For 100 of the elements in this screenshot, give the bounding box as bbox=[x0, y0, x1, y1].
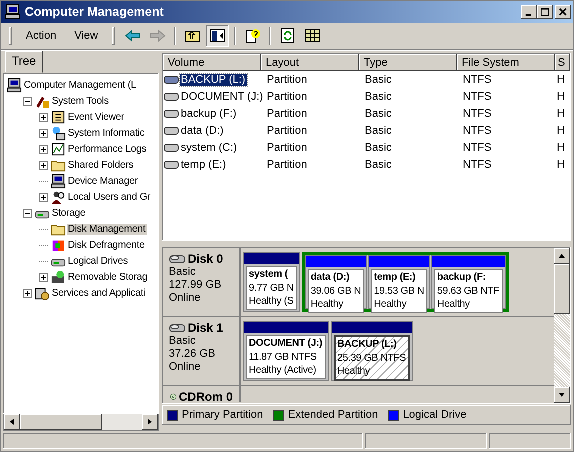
tree-item[interactable]: Local Users and Gr bbox=[67, 192, 152, 202]
partition-size: 39.06 GB N bbox=[310, 285, 362, 298]
tree-item[interactable]: Performance Logs bbox=[67, 144, 148, 154]
legend-label: Logical Drive bbox=[403, 409, 467, 421]
drive-icon bbox=[164, 126, 180, 136]
table-cell: H bbox=[557, 90, 565, 102]
partition-name: data (D:) bbox=[310, 271, 351, 285]
disk-name: CDRom 0 bbox=[178, 390, 233, 403]
collapse-icon[interactable] bbox=[23, 96, 32, 106]
table-cell: Partition bbox=[267, 108, 308, 120]
vertical-scrollbar[interactable] bbox=[554, 248, 570, 403]
users-icon bbox=[51, 190, 66, 204]
tree-item[interactable]: Event Viewer bbox=[67, 112, 126, 122]
table-cell: NTFS bbox=[463, 90, 492, 102]
disk-size: 37.26 GB bbox=[169, 348, 216, 361]
up-arrow-icon[interactable] bbox=[558, 252, 566, 260]
table-cell: Partition bbox=[267, 142, 308, 154]
horizontal-scrollbar[interactable] bbox=[3, 414, 159, 431]
legend-label: Primary Partition bbox=[182, 409, 264, 421]
disk-status: Online bbox=[169, 292, 202, 305]
tree-item[interactable]: Computer Management (L bbox=[23, 80, 138, 90]
menu-item[interactable]: Action bbox=[18, 28, 65, 44]
expand-icon[interactable] bbox=[39, 272, 48, 282]
partition-status: Healthy (Active) bbox=[249, 364, 318, 377]
partition-name: temp (E:) bbox=[374, 271, 417, 285]
tree-item[interactable]: Shared Folders bbox=[67, 160, 135, 170]
right-arrow-icon[interactable] bbox=[146, 418, 154, 426]
left-arrow-icon[interactable] bbox=[8, 418, 16, 426]
table-cell: H bbox=[557, 108, 565, 120]
partition-size: 19.53 GB N bbox=[374, 285, 424, 298]
partition-block[interactable]: system ( 9.77 GB N Healthy (S bbox=[243, 252, 300, 312]
menu-item[interactable]: View bbox=[66, 28, 106, 44]
close-icon[interactable] bbox=[558, 8, 568, 16]
table-cell: Partition bbox=[267, 90, 308, 102]
drive-icon bbox=[164, 142, 180, 152]
volume-name[interactable]: backup (F:) bbox=[180, 108, 238, 120]
table-cell: Basic bbox=[365, 90, 392, 102]
table-cell: Basic bbox=[365, 124, 392, 136]
partition-name: BACKUP (L:) bbox=[338, 338, 398, 352]
column-header[interactable]: S bbox=[555, 54, 570, 71]
column-header[interactable]: Type bbox=[359, 54, 457, 71]
tree-item[interactable]: System Informatic bbox=[67, 128, 146, 138]
panel-icon[interactable] bbox=[206, 25, 230, 47]
volume-name[interactable]: BACKUP (L:) bbox=[180, 74, 247, 86]
computer-icon bbox=[7, 78, 22, 92]
volume-name[interactable]: temp (E:) bbox=[180, 158, 228, 170]
expand-icon[interactable] bbox=[39, 160, 48, 170]
tree-item[interactable]: Disk Defragmente bbox=[67, 240, 146, 250]
partition-size: 59.63 GB NTF bbox=[437, 285, 500, 298]
expand-icon[interactable] bbox=[39, 112, 48, 122]
table-cell: NTFS bbox=[463, 158, 492, 170]
info-icon bbox=[51, 126, 66, 140]
volume-name[interactable]: DOCUMENT (J:) bbox=[180, 90, 264, 102]
table-cell: Basic bbox=[365, 158, 392, 170]
disk-size: 127.99 GB bbox=[169, 279, 223, 292]
disk-name: Disk 1 bbox=[188, 321, 224, 335]
disk-name: Disk 0 bbox=[188, 252, 224, 266]
partition-name: DOCUMENT (J:) bbox=[249, 337, 323, 351]
column-header[interactable]: Volume bbox=[163, 54, 261, 71]
chart-icon bbox=[51, 142, 66, 156]
table-cell: Partition bbox=[267, 158, 308, 170]
tree-item[interactable]: Storage bbox=[51, 208, 87, 218]
tree-item[interactable]: Removable Storag bbox=[67, 272, 149, 282]
partition-status: Healthy bbox=[310, 298, 344, 311]
table-cell: Basic bbox=[365, 74, 392, 86]
table-cell: NTFS bbox=[463, 74, 492, 86]
maximize-button[interactable] bbox=[537, 5, 553, 19]
minimize-button[interactable] bbox=[521, 5, 537, 19]
table-cell: Partition bbox=[267, 74, 308, 86]
table-cell: NTFS bbox=[463, 142, 492, 154]
tree-item[interactable]: Disk Management bbox=[67, 224, 147, 234]
tree-tab[interactable]: Tree bbox=[5, 51, 44, 73]
down-arrow-icon[interactable] bbox=[558, 391, 566, 399]
legend-label: Extended Partition bbox=[288, 409, 378, 421]
column-header[interactable]: File System bbox=[457, 54, 555, 71]
collapse-icon[interactable] bbox=[23, 208, 32, 218]
partition-name: backup (F: bbox=[437, 271, 487, 285]
expand-icon[interactable] bbox=[39, 144, 48, 154]
monitor-icon bbox=[51, 174, 66, 188]
disk-status: Online bbox=[169, 361, 202, 374]
volume-name[interactable]: data (D:) bbox=[180, 124, 225, 136]
tree-item[interactable]: Services and Applicati bbox=[51, 288, 146, 298]
volume-name[interactable]: system (C:) bbox=[180, 142, 238, 154]
partition-block[interactable]: BACKUP (L:) 25.39 GB NTFS Healthy bbox=[330, 321, 414, 381]
tree-item[interactable]: Logical Drives bbox=[67, 256, 130, 266]
expand-icon[interactable] bbox=[39, 128, 48, 138]
table-cell: Basic bbox=[365, 142, 392, 154]
partition-block[interactable]: DOCUMENT (J:) 11.87 GB NTFS Healthy (Active) bbox=[243, 321, 329, 381]
cd-icon bbox=[169, 391, 178, 403]
maximize-icon[interactable] bbox=[540, 8, 550, 16]
partition-name: system ( bbox=[249, 268, 289, 282]
partition-status: Healthy bbox=[338, 365, 372, 378]
expand-icon[interactable] bbox=[39, 192, 48, 202]
table-cell: Basic bbox=[365, 108, 392, 120]
tree-item[interactable]: System Tools bbox=[51, 96, 110, 106]
tree-item[interactable]: Device Manager bbox=[67, 176, 140, 186]
partition-status: Healthy (S bbox=[249, 295, 294, 308]
expand-icon[interactable] bbox=[23, 288, 32, 298]
close-button[interactable] bbox=[555, 5, 571, 19]
column-header[interactable]: Layout bbox=[261, 54, 359, 71]
